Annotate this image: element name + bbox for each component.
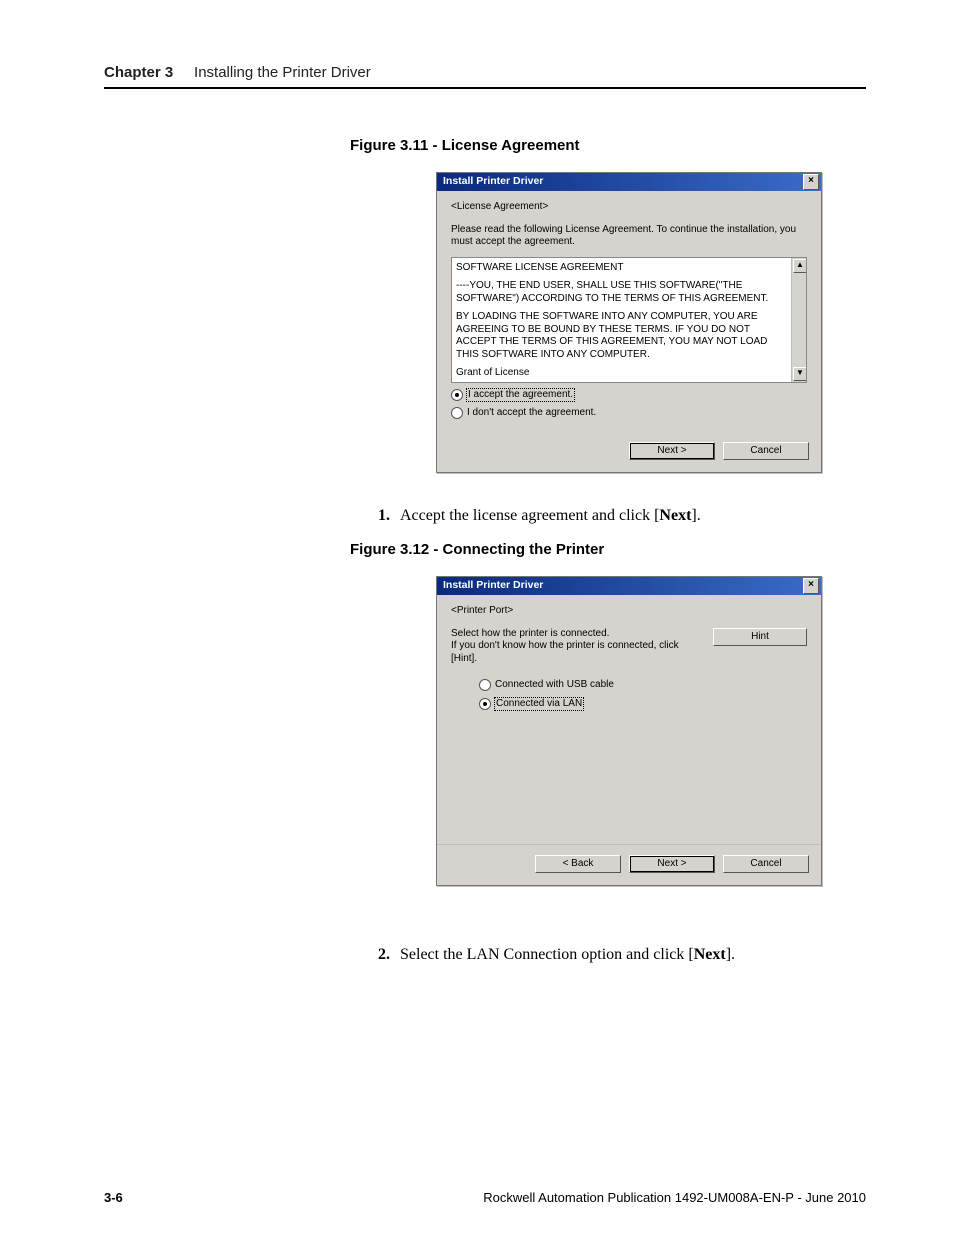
dialog-button-bar: < Back Next > Cancel [437, 844, 821, 886]
cancel-button[interactable]: Cancel [723, 442, 809, 461]
back-button[interactable]: < Back [535, 855, 621, 874]
running-header: Chapter 3 Installing the Printer Driver [104, 64, 866, 89]
scroll-down-icon[interactable]: ▼ [793, 367, 807, 381]
step-1: 1. Accept the license agreement and clic… [372, 507, 866, 525]
usb-radio-row[interactable]: Connected with USB cable [479, 679, 807, 692]
dialog-button-bar: Next > Cancel [437, 432, 821, 473]
license-agreement-dialog: Install Printer Driver × <License Agreem… [436, 172, 822, 473]
radio-icon[interactable] [479, 698, 491, 710]
accept-radio-row[interactable]: I accept the agreement. [451, 389, 807, 402]
dialog-titlebar[interactable]: Install Printer Driver × [437, 577, 821, 595]
radio-icon[interactable] [451, 389, 463, 401]
step-number: 1. [372, 507, 390, 525]
dialog-titlebar[interactable]: Install Printer Driver × [437, 173, 821, 191]
license-title: SOFTWARE LICENSE AGREEMENT [456, 262, 792, 275]
radio-icon[interactable] [451, 407, 463, 419]
close-icon[interactable]: × [803, 174, 819, 190]
license-intro-text: Please read the following License Agreem… [451, 224, 807, 249]
accept-radio-label: I accept the agreement. [467, 389, 574, 402]
step-text: Accept the license agreement and click [… [400, 507, 701, 525]
lan-radio-label: Connected via LAN [495, 698, 583, 711]
cancel-button[interactable]: Cancel [723, 855, 809, 874]
page-number: 3-6 [104, 1190, 123, 1205]
dialog-title: Install Printer Driver [443, 579, 543, 592]
page-footer: 3-6 Rockwell Automation Publication 1492… [104, 1190, 866, 1205]
scroll-up-icon[interactable]: ▲ [793, 259, 807, 273]
printer-port-dialog: Install Printer Driver × <Printer Port> … [436, 576, 822, 886]
publication-line: Rockwell Automation Publication 1492-UM0… [483, 1190, 866, 1205]
chapter-label: Chapter 3 [104, 64, 173, 81]
dialog-subheading: <License Agreement> [451, 201, 807, 214]
step-number: 2. [372, 946, 390, 964]
page: Chapter 3 Installing the Printer Driver … [0, 0, 954, 1235]
printer-port-intro-row: Select how the printer is connected. If … [451, 628, 807, 666]
license-para-2: BY LOADING THE SOFTWARE INTO ANY COMPUTE… [456, 311, 792, 361]
dialog-title: Install Printer Driver [443, 175, 543, 188]
scrollbar[interactable]: ▲ ▼ [791, 258, 806, 382]
hint-button[interactable]: Hint [713, 628, 807, 647]
dialog-body: <Printer Port> Select how the printer is… [437, 595, 821, 722]
printer-port-intro-text: Select how the printer is connected. If … [451, 628, 691, 666]
lan-radio-row[interactable]: Connected via LAN [479, 698, 807, 711]
usb-radio-label: Connected with USB cable [495, 679, 614, 692]
next-button[interactable]: Next > [629, 442, 715, 461]
dialog-body: <License Agreement> Please read the foll… [437, 191, 821, 432]
license-text-scrollbox[interactable]: SOFTWARE LICENSE AGREEMENT ----YOU, THE … [451, 257, 807, 383]
next-button[interactable]: Next > [629, 855, 715, 874]
decline-radio-row[interactable]: I don't accept the agreement. [451, 407, 807, 420]
radio-icon[interactable] [479, 679, 491, 691]
figure-3-11-caption: Figure 3.11 - License Agreement [350, 137, 866, 154]
dialog-subheading: <Printer Port> [451, 605, 807, 618]
license-para-1: ----YOU, THE END USER, SHALL USE THIS SO… [456, 280, 792, 305]
step-text: Select the LAN Connection option and cli… [400, 946, 735, 964]
step-2: 2. Select the LAN Connection option and … [372, 946, 866, 964]
close-icon[interactable]: × [803, 578, 819, 594]
decline-radio-label: I don't accept the agreement. [467, 407, 596, 420]
figure-3-12-caption: Figure 3.12 - Connecting the Printer [350, 541, 866, 558]
license-grant-title: Grant of License [456, 367, 792, 380]
chapter-title: Installing the Printer Driver [194, 64, 371, 81]
